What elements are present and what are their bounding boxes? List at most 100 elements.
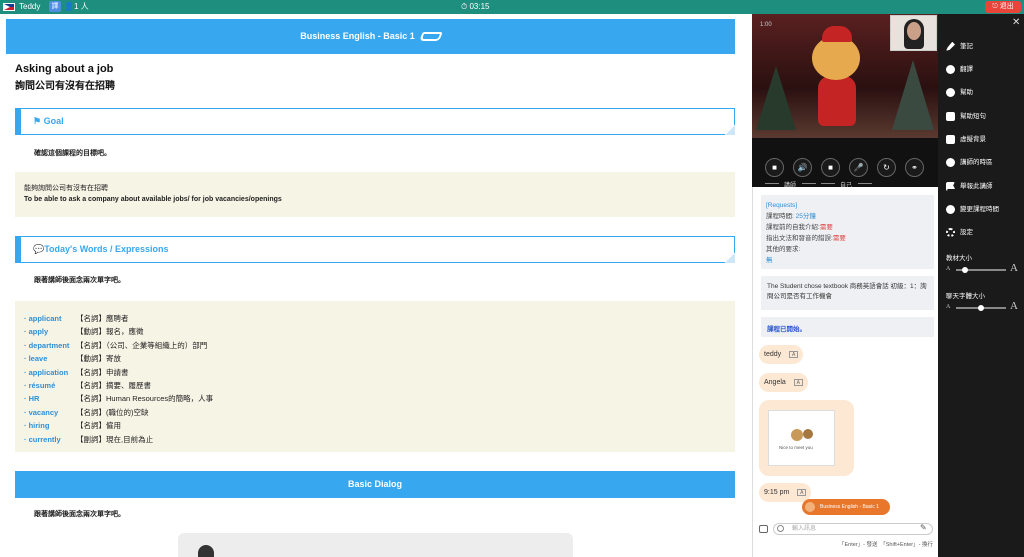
sidebar-item[interactable]: 筆記 (946, 40, 973, 54)
speaker-avatar (198, 545, 214, 557)
exit-button[interactable]: ⎋ 退出 (985, 1, 1021, 13)
translate-message-icon[interactable]: A (797, 488, 807, 496)
sidebar-item[interactable]: 講師的時區 (946, 156, 993, 170)
slider-knob[interactable] (978, 305, 984, 311)
goal-instruction: 確認這個課程的目標吧。 (34, 150, 111, 157)
refresh-icon[interactable]: ↻ (877, 158, 896, 177)
word-definition: 【動詞】報名，應徵 (76, 327, 144, 337)
goal-header: Goal (43, 116, 64, 126)
word-term: HR (24, 392, 76, 405)
banner-title: Business English - Basic 1 (300, 31, 415, 41)
sidebar-item[interactable]: 翻譯 (946, 63, 973, 77)
close-icon[interactable]: ✕ (1012, 17, 1020, 28)
globe-icon (946, 64, 955, 74)
translate-message-icon[interactable]: A (789, 350, 799, 358)
word-row: résumé【名詞】摘要、履歷書 (24, 379, 213, 392)
word-definition: 【名詞】應聘者 (76, 314, 129, 323)
material-size-slider[interactable] (956, 267, 1006, 273)
chat-message: Angela A (759, 373, 808, 392)
word-definition: 【名詞】僱用 (76, 421, 121, 431)
word-row: hiring【名詞】僱用 (24, 419, 213, 432)
requests-card: [Requests] 課程時間: 25分鐘 課程前的自我介紹:需要 指出文法和發音的… (761, 195, 934, 269)
bear-avatar (812, 36, 860, 80)
sidebar-item[interactable]: 變更課程時間 (946, 203, 999, 217)
image-upload-icon[interactable] (759, 525, 768, 533)
request-line: 指出文法和發音的錯誤:需要 (766, 235, 846, 242)
timezone-icon (946, 157, 955, 167)
words-instruction: 跟著講師後面念兩次單字吧。 (34, 277, 125, 284)
video-controls: ■ 🔊 ■ 🎤 ↻ ⚭ 講師 自己 (752, 158, 938, 189)
reschedule-icon (946, 204, 955, 214)
sidebar-item[interactable]: 幫助短句 (946, 110, 986, 124)
gear-icon (946, 227, 955, 237)
globe-icon[interactable]: ⚭ (905, 158, 924, 177)
requests-title: [Requests] (766, 202, 798, 209)
word-row: HR【名詞】Human Resources的簡略，人事 (24, 392, 214, 405)
word-term: leave (24, 352, 76, 365)
word-definition: 【名詞】Human Resources的簡略，人事 (76, 394, 214, 404)
words-box: applicant【名詞】應聘者apply【動詞】報名，應徵 department… (15, 301, 735, 452)
lesson-material: Business English - Basic 1 Asking about … (0, 14, 752, 557)
chat-message: teddy A (759, 345, 804, 364)
words-section-header: 💬Today's Words / Expressions (15, 236, 735, 263)
self-camera-icon[interactable]: ■ (821, 158, 840, 177)
sidebar-item[interactable]: 舉報此講師 (946, 180, 993, 194)
word-definition: 【動詞】寄放 (76, 354, 121, 364)
goal-text-en: To be able to ask a company about availa… (24, 196, 282, 203)
slider-knob[interactable] (962, 267, 968, 273)
handwriting-icon[interactable]: ✎ (920, 523, 927, 532)
dialog-section-header: Basic Dialog (15, 471, 735, 498)
tutor-camera-icon[interactable]: ■ (765, 158, 784, 177)
tutor-speaker-icon[interactable]: 🔊 (793, 158, 812, 177)
chat-size-label: 聊天字體大小 (946, 293, 985, 300)
request-line: 其他的要求: (766, 246, 801, 253)
word-row: leave【動詞】寄放 (24, 352, 213, 365)
lesson-title-en: Asking about a job (15, 63, 114, 75)
participants-count: 👤1 人 (64, 2, 89, 11)
word-definition: 【名詞】申請書 (76, 367, 129, 377)
chat-message-time: 9:15 pm A (759, 483, 812, 502)
sticker-message: Nice to meet you (759, 400, 854, 476)
sticker-image: Nice to meet you (768, 410, 835, 466)
chat-input-bar: 輸入訊息 ✎ (757, 522, 937, 537)
word-term: hiring (24, 419, 76, 432)
sidebar-item[interactable]: 幫助 (946, 86, 973, 100)
word-term: résumé (24, 379, 76, 392)
philippines-flag-icon (3, 3, 15, 11)
word-term: apply (24, 325, 76, 338)
sidebar-item[interactable]: 設定 (946, 226, 973, 240)
flag-icon: ⚑ (33, 116, 42, 126)
lesson-banner: Business English - Basic 1 (6, 19, 735, 54)
word-row: applicant【名詞】應聘者 (24, 312, 213, 325)
dialog-instruction: 跟著講師後面念兩次單字吧。 (34, 511, 125, 518)
book-icon (419, 32, 443, 42)
lesson-title-zh: 詢問公司有沒有在招聘 (15, 81, 115, 92)
goal-section-header: ⚑ Goal (15, 108, 735, 135)
chat-size-slider[interactable] (956, 305, 1006, 311)
pencil-icon (946, 41, 955, 51)
chat-panel: [Requests] 課程時間: 25分鐘 課程前的自我介紹:需要 指出文法和發音的… (752, 187, 938, 557)
translate-message-icon[interactable]: A (793, 378, 803, 386)
word-row: department【名詞】（公司、企業等組織上的）部門 (24, 339, 213, 352)
course-badge[interactable]: Business English - Basic 1 (802, 499, 890, 515)
word-term: applicant (24, 312, 76, 325)
sticker-caption: Nice to meet you (779, 445, 813, 450)
goal-box: 能夠詢問公司有沒有在招聘 To be able to ask a company… (15, 172, 735, 217)
chat-input[interactable]: 輸入訊息 (773, 523, 933, 535)
microphone-icon[interactable]: 🎤 (849, 158, 868, 177)
word-row: vacancy【名詞】(職位的)空缺 (24, 406, 213, 419)
tutor-video: 1:00 (752, 14, 938, 138)
translate-icon[interactable]: 譯 (49, 1, 61, 12)
sidebar-item[interactable]: 虛擬背景 (946, 133, 986, 147)
emoji-icon[interactable] (777, 525, 784, 532)
course-icon (805, 502, 815, 512)
textbook-notice: The Student chose textbook 商務英語會話 初級：1：詢… (761, 276, 934, 310)
word-definition: 【名詞】摘要、履歷書 (76, 380, 151, 390)
send-hint: 「Enter」- 發送 「Shift+Enter」- 換行 (839, 542, 933, 548)
video-time: 1:00 (760, 22, 772, 28)
request-line: 無 (766, 257, 773, 264)
video-panel: 1:00 ■ 🔊 ■ 🎤 ↻ ⚭ 講師 自己 (752, 14, 938, 189)
phrase-icon (946, 111, 955, 121)
word-term: application (24, 366, 76, 379)
background-icon (946, 134, 955, 144)
